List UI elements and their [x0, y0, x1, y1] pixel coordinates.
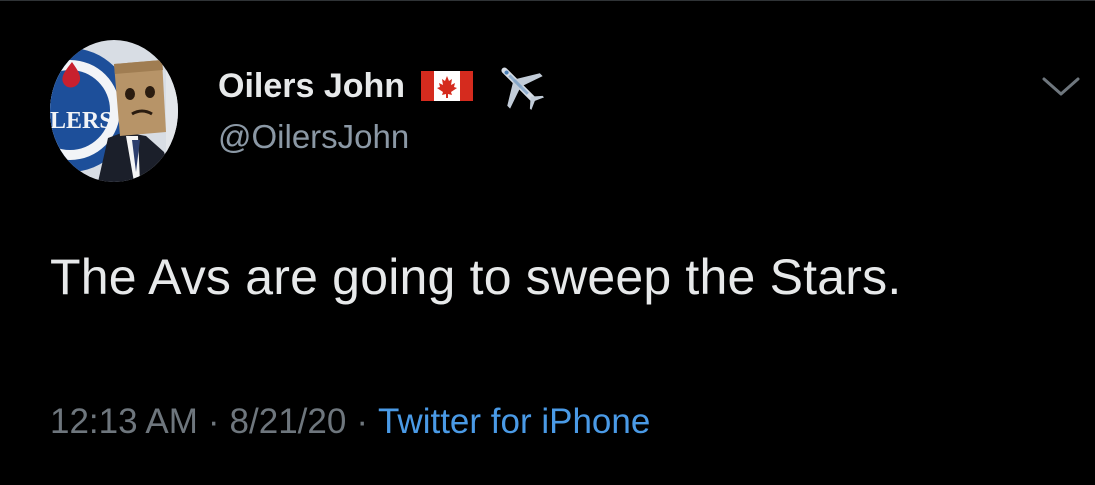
meta-separator: ·: [356, 402, 368, 441]
svg-text:LERS: LERS: [50, 108, 113, 134]
airplane-icon: [491, 57, 549, 115]
tweet-date[interactable]: 8/21/20: [230, 402, 347, 442]
tweet-time[interactable]: 12:13 AM: [50, 402, 198, 442]
tweet-meta: 12:13 AM · 8/21/20 · Twitter for iPhone: [50, 402, 650, 442]
avatar[interactable]: LERS: [50, 40, 178, 182]
display-name[interactable]: Oilers John: [218, 67, 405, 106]
chevron-down-icon[interactable]: [1040, 74, 1082, 100]
top-divider: [0, 0, 1095, 1]
handle[interactable]: @OilersJohn: [218, 118, 409, 156]
canada-flag-icon: [421, 71, 474, 101]
meta-separator: ·: [207, 402, 220, 441]
tweet-source-link[interactable]: Twitter for iPhone: [378, 402, 650, 442]
tweet-text: The Avs are going to sweep the Stars.: [50, 249, 902, 305]
display-name-row: Oilers John: [218, 60, 549, 112]
